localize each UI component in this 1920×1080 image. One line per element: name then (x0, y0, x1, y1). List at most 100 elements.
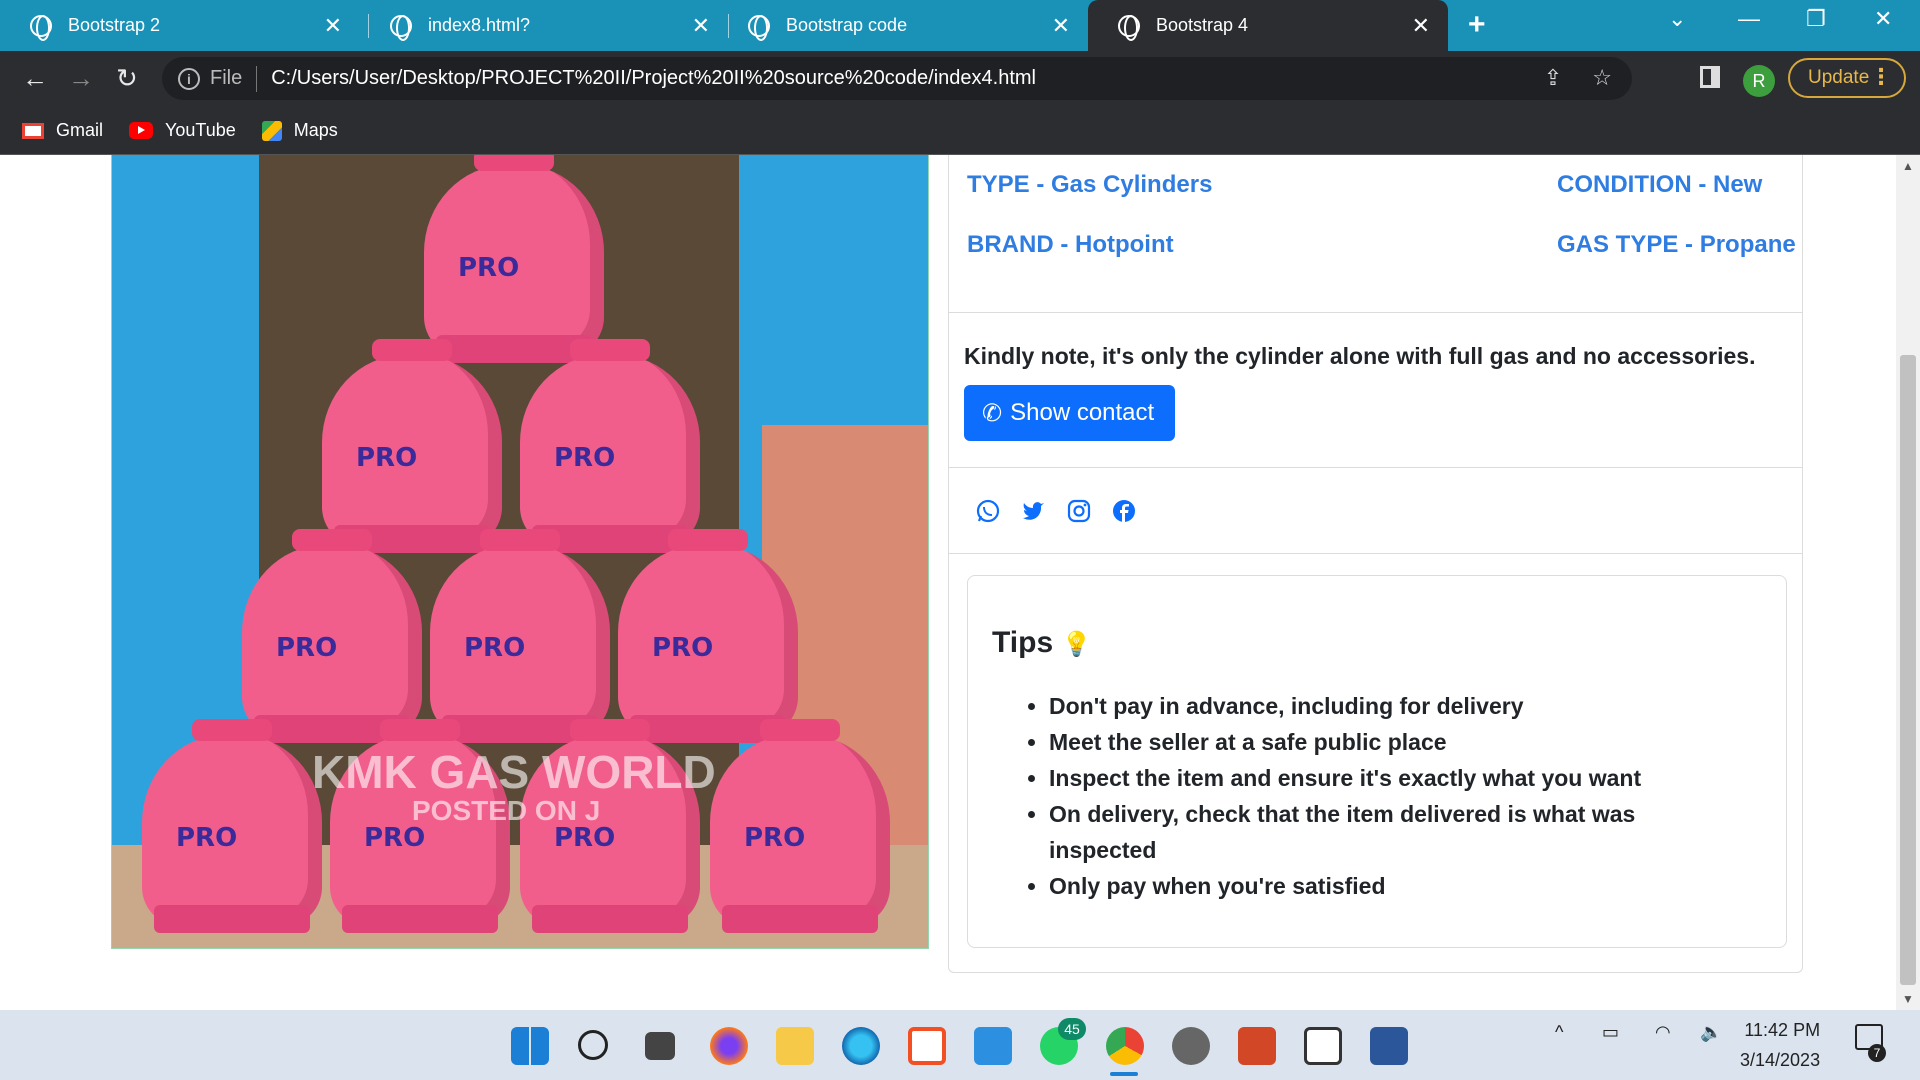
cube-app-icon[interactable] (1304, 1027, 1342, 1065)
reload-icon[interactable]: ↻ (116, 63, 138, 94)
scroll-down-icon[interactable]: ▼ (1902, 992, 1914, 1006)
menu-kebab-icon[interactable]: ⋮ (1870, 64, 1892, 90)
tab-search-icon[interactable]: ⌄ (1668, 6, 1686, 32)
bookmark-maps[interactable]: Maps (261, 120, 338, 141)
maps-icon (261, 120, 282, 141)
product-note: Kindly note, it's only the cylinder alon… (964, 343, 1756, 369)
windows-taskbar: 45 ^ ▭ ◠ 🔈 7 (0, 1010, 1920, 1080)
update-button[interactable]: Update ⋮ (1788, 58, 1906, 98)
tips-title: Tips (992, 626, 1054, 659)
tab-title: Bootstrap code (786, 15, 908, 35)
tips-list: Don't pay in advance, including for deli… (1027, 688, 1727, 904)
tip-item: Don't pay in advance, including for deli… (1049, 688, 1727, 724)
wifi-icon[interactable]: ◠ (1655, 1022, 1671, 1043)
tab-title: Bootstrap 2 (68, 15, 161, 35)
phone-icon: ✆ (982, 399, 1003, 427)
notification-count: 7 (1868, 1044, 1886, 1062)
bookmark-label: Gmail (56, 120, 104, 140)
vscode-icon[interactable] (974, 1027, 1012, 1065)
close-icon[interactable]: ✕ (692, 13, 710, 39)
twitter-icon[interactable] (1020, 498, 1046, 524)
globe-icon (1118, 14, 1140, 41)
tab-bootstrap-4[interactable]: Bootstrap 4 ✕ (1088, 0, 1448, 51)
bookmark-star-icon[interactable]: ☆ (1592, 65, 1612, 91)
cylinder-label: PRO (458, 253, 520, 283)
file-explorer-icon[interactable] (776, 1027, 814, 1065)
restore-button[interactable]: ❐ (1806, 6, 1826, 32)
forward-icon[interactable]: → (68, 63, 94, 94)
system-clock[interactable]: 11:42 PM 3/14/2023 (1740, 1015, 1820, 1075)
image-watermark: KMK GAS WORLD (312, 746, 716, 798)
close-icon[interactable]: ✕ (1052, 13, 1070, 39)
word-icon[interactable] (1370, 1027, 1408, 1065)
clock-date: 3/14/2023 (1740, 1050, 1821, 1070)
globe-icon (748, 14, 770, 41)
bookmark-gmail[interactable]: Gmail (22, 120, 103, 141)
window-close-button[interactable]: ✕ (1874, 6, 1892, 32)
page-viewport: PRO PRO PRO PRO PRO PRO PRO PRO PRO PRO … (0, 155, 1896, 1010)
firefox-icon[interactable] (710, 1027, 748, 1065)
bookmarks-bar: Gmail YouTube Maps (0, 107, 1920, 155)
cylinder-label: PRO (652, 633, 714, 663)
info-icon[interactable]: i (178, 67, 200, 90)
facebook-icon[interactable] (1111, 498, 1137, 524)
back-icon[interactable]: ← (22, 63, 48, 94)
cylinder-label: PRO (276, 633, 338, 663)
tip-item: Inspect the item and ensure it's exactly… (1049, 760, 1727, 796)
spec-type: TYPE - Gas Cylinders (967, 171, 1213, 198)
show-contact-button[interactable]: ✆ Show contact (964, 385, 1175, 441)
spec-brand: BRAND - Hotpoint (967, 231, 1174, 258)
spec-condition: CONDITION - New (1557, 171, 1763, 198)
url-text[interactable]: C:/Users/User/Desktop/PROJECT%20II/Proje… (271, 67, 1036, 90)
settings-icon[interactable] (1172, 1027, 1210, 1065)
scrollbar-thumb[interactable] (1900, 355, 1916, 985)
search-icon[interactable] (578, 1030, 608, 1060)
tab-strip: Bootstrap 2 ✕ index8.html? ✕ Bootstrap c… (0, 0, 1920, 51)
product-image[interactable]: PRO PRO PRO PRO PRO PRO PRO PRO PRO PRO … (111, 155, 929, 949)
bookmark-youtube[interactable]: YouTube (129, 120, 236, 141)
scroll-up-icon[interactable]: ▲ (1902, 159, 1914, 173)
volume-icon[interactable]: 🔈 (1700, 1022, 1722, 1043)
tab-index8[interactable]: index8.html? ✕ (360, 0, 728, 51)
close-icon[interactable]: ✕ (1412, 13, 1430, 39)
scheme-label: File (210, 67, 243, 89)
share-icon[interactable]: ⇪ (1544, 65, 1562, 91)
vertical-scrollbar[interactable]: ▲ ▼ (1896, 155, 1920, 1010)
tips-heading: Tips 💡 (992, 626, 1091, 660)
edge-icon[interactable] (842, 1027, 880, 1065)
battery-icon[interactable]: ▭ (1602, 1022, 1619, 1043)
divider (256, 65, 258, 92)
chrome-icon[interactable] (1106, 1027, 1144, 1065)
show-contact-label: Show contact (1010, 399, 1155, 426)
active-app-indicator (1110, 1072, 1138, 1076)
start-icon[interactable] (511, 1027, 549, 1065)
globe-icon (390, 14, 412, 41)
instagram-icon[interactable] (1066, 498, 1092, 524)
tab-bootstrap-2[interactable]: Bootstrap 2 ✕ (0, 0, 360, 51)
tips-card: Tips 💡 Don't pay in advance, including f… (967, 575, 1787, 948)
image-posted-text: POSTED ON J (412, 795, 601, 826)
profile-avatar[interactable]: R (1743, 65, 1775, 97)
update-label: Update (1808, 67, 1870, 88)
side-panel-icon[interactable] (1700, 66, 1720, 88)
cylinder-label: PRO (364, 823, 426, 853)
globe-icon (30, 14, 52, 41)
tip-item: Meet the seller at a safe public place (1049, 724, 1727, 760)
new-tab-button[interactable]: + (1468, 8, 1486, 42)
social-section (949, 468, 1802, 554)
specs-section: TYPE - Gas Cylinders CONDITION - New BRA… (949, 155, 1802, 313)
task-view-icon[interactable] (645, 1032, 675, 1060)
tip-item: Only pay when you're satisfied (1049, 868, 1727, 904)
clock-time: 11:42 PM (1744, 1020, 1821, 1040)
whatsapp-badge: 45 (1058, 1018, 1086, 1040)
close-icon[interactable]: ✕ (324, 13, 342, 39)
tab-bootstrap-code[interactable]: Bootstrap code ✕ (718, 0, 1088, 51)
tip-item: On delivery, check that the item deliver… (1049, 796, 1727, 868)
cylinder-label: PRO (464, 633, 526, 663)
whatsapp-icon[interactable] (975, 498, 1001, 524)
show-hidden-icons[interactable]: ^ (1555, 1022, 1563, 1043)
powerpoint-icon[interactable] (1238, 1027, 1276, 1065)
address-bar[interactable]: i File C:/Users/User/Desktop/PROJECT%20I… (162, 57, 1632, 100)
minimize-button[interactable]: — (1738, 6, 1760, 32)
store-icon[interactable] (908, 1027, 946, 1065)
